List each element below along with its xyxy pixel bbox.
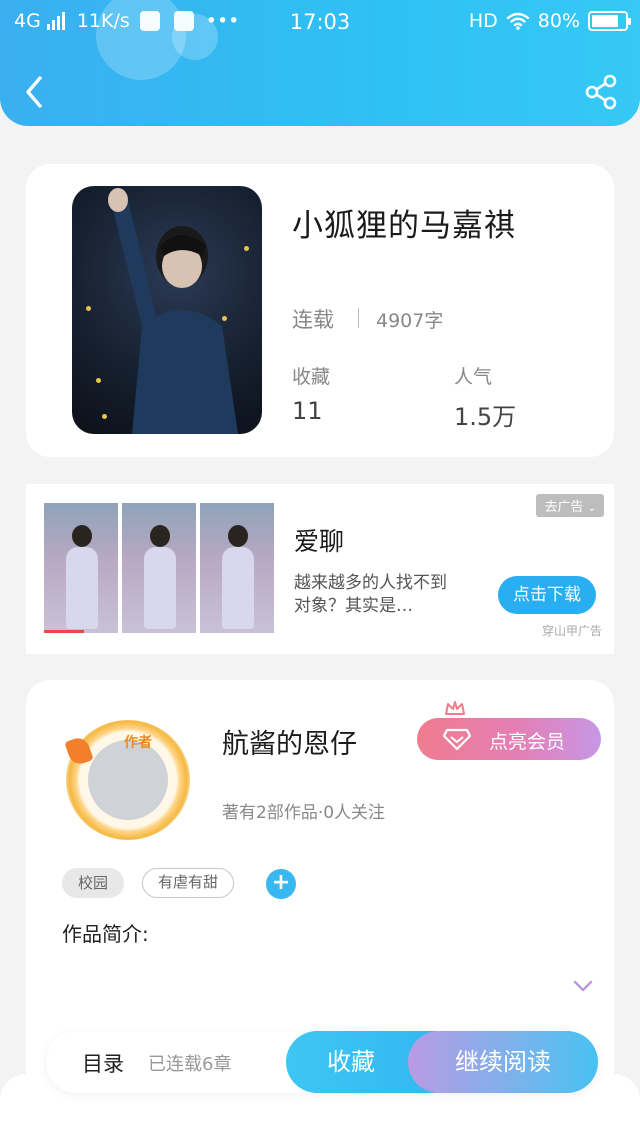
ad-title: 爱聊 [294,527,345,556]
book-info-card: 小狐狸的马嘉祺 连载 4907字 收藏 11 人气 1.5万 [26,164,614,457]
back-button[interactable] [18,72,54,112]
author-name[interactable]: 航酱的恩仔 [222,722,357,761]
tag-campus[interactable]: 校园 [62,868,124,898]
remove-ad-label: 去广告 [544,500,584,515]
chapter-count[interactable]: 已连载6章 [148,1050,231,1076]
ad-source: 穿山甲广告 [541,624,602,638]
stat-value-favorites: 11 [292,397,323,425]
avatar-photo [88,740,168,820]
word-count: 4907字 [376,310,444,332]
share-button[interactable] [584,74,618,110]
stat-label-favorites: 收藏 [292,366,331,388]
author-avatar[interactable]: 作者 [44,718,208,842]
vip-label: 点亮会员 [489,731,566,753]
sparkle [96,378,101,383]
ad-image[interactable] [44,503,274,633]
serial-status: 连载 [292,308,334,332]
remove-ad-button[interactable]: 去广告 ⌄ [536,494,604,517]
activate-vip-button[interactable]: 点亮会员 [417,718,601,760]
battery-icon [588,11,631,31]
sparkle [102,414,107,419]
ad-video-progress [44,630,84,633]
author-badge: 作者 [124,735,152,751]
intro-label: 作品简介: [62,922,149,946]
toc-button[interactable]: 目录 [82,1048,124,1078]
wifi-icon [506,12,529,30]
hd-label: HD [468,10,498,32]
sparkle [86,306,91,311]
battery-percent: 80% [537,10,580,32]
chevron-down-icon: ⌄ [587,503,596,514]
back-arrow-icon [26,76,42,108]
cover-figure [108,188,238,434]
book-title: 小狐狸的马嘉祺 [292,208,516,244]
author-meta: 著有2部作品·0人关注 [222,803,386,823]
stat-label-popularity: 人气 [454,366,493,388]
sparkle [222,316,227,321]
tag-bittersweet[interactable]: 有虐有甜 [142,868,234,898]
ad-download-button[interactable]: 点击下载 [498,576,596,614]
header: 4G 11K/s ••• 17:03 HD 80% [0,0,640,126]
status-bar: 4G 11K/s ••• 17:03 HD 80% [0,0,640,44]
add-tag-button[interactable]: + [266,869,296,899]
book-cover-image[interactable] [72,186,262,434]
crown-icon [445,701,465,715]
divider [358,308,359,328]
diamond-icon [443,728,471,750]
sparkle [244,246,249,251]
continue-reading-button[interactable]: 继续阅读 [408,1031,598,1093]
chevron-down-icon[interactable] [572,978,594,994]
bottom-action-bar: 目录 已连载6章 收藏 继续阅读 [46,1031,598,1093]
ad-description: 越来越多的人找不到对象？其实是… [294,573,447,616]
share-icon [585,74,617,110]
stat-value-popularity: 1.5万 [454,403,517,431]
ad-banner[interactable]: 爱聊 越来越多的人找不到对象？其实是… 去广告 ⌄ 点击下载 穿山甲广告 [26,484,614,654]
